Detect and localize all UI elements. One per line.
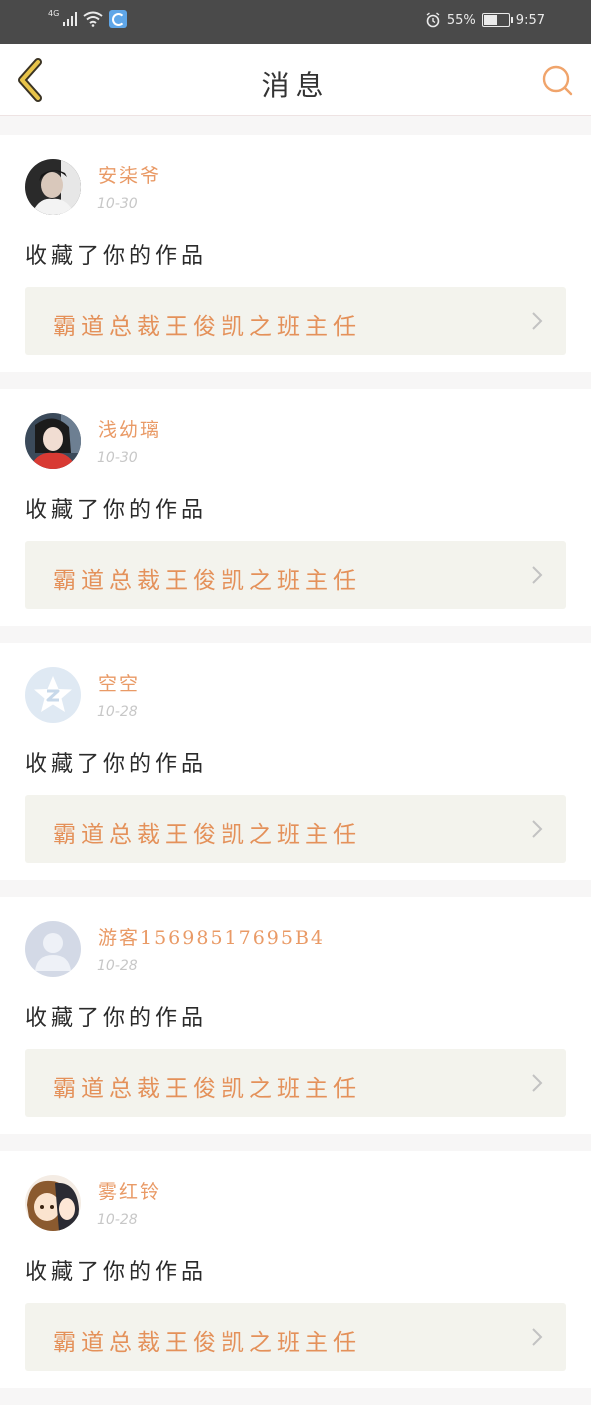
work-title: 霸道总裁王俊凯之班主任	[53, 1330, 361, 1356]
message-card: 游客15698517695B4 10-28 收藏了你的作品 霸道总裁王俊凯之班主…	[0, 897, 591, 1134]
work-title: 霸道总裁王俊凯之班主任	[53, 822, 361, 848]
header-bar: 消息	[0, 44, 591, 116]
alarm-icon	[426, 12, 440, 28]
status-left: 4G	[48, 9, 128, 28]
timestamp: 10-30	[97, 196, 138, 212]
clock: 9:57	[515, 12, 545, 28]
search-icon	[542, 65, 573, 96]
message-card: 浅幼璃 10-30 收藏了你的作品 霸道总裁王俊凯之班主任	[0, 389, 591, 626]
app-notification-icon	[109, 10, 128, 28]
qzone-avatar	[25, 667, 81, 723]
username[interactable]: 游客15698517695B4	[98, 923, 325, 950]
action-text: 收藏了你的作品	[25, 1006, 208, 1031]
timestamp: 10-28	[97, 1212, 138, 1228]
status-bar: 4G 55% 9:57	[0, 0, 591, 44]
anime-avatar	[25, 1175, 81, 1231]
photo-avatar-dark	[25, 159, 81, 215]
username[interactable]: 浅幼璃	[98, 415, 161, 442]
signal-icon	[63, 12, 78, 26]
work-link[interactable]: 霸道总裁王俊凯之班主任	[25, 1049, 566, 1117]
work-link[interactable]: 霸道总裁王俊凯之班主任	[25, 541, 566, 609]
default-avatar-icon	[25, 921, 81, 977]
avatar[interactable]	[25, 921, 81, 977]
work-title: 霸道总裁王俊凯之班主任	[53, 568, 361, 594]
username[interactable]: 空空	[98, 669, 140, 696]
battery-icon	[481, 13, 513, 27]
work-link[interactable]: 霸道总裁王俊凯之班主任	[25, 795, 566, 863]
avatar[interactable]	[25, 1175, 81, 1231]
photo-avatar-red	[25, 413, 81, 469]
chevron-right-icon	[532, 1074, 543, 1092]
chevron-right-icon	[532, 566, 543, 584]
message-card: 空空 10-28 收藏了你的作品 霸道总裁王俊凯之班主任	[0, 643, 591, 880]
username[interactable]: 安柒爷	[98, 161, 161, 188]
chevron-right-icon	[532, 1328, 543, 1346]
chevron-right-icon	[532, 312, 543, 330]
username[interactable]: 雾红铃	[98, 1177, 161, 1204]
avatar[interactable]	[25, 413, 81, 469]
action-text: 收藏了你的作品	[25, 244, 208, 269]
page-title: 消息	[261, 69, 330, 102]
message-list: 安柒爷 10-30 收藏了你的作品 霸道总裁王俊凯之班主任 浅幼璃 10-30 …	[0, 135, 591, 1405]
action-text: 收藏了你的作品	[25, 498, 208, 523]
action-text: 收藏了你的作品	[25, 752, 208, 777]
action-text: 收藏了你的作品	[25, 1260, 208, 1285]
network-type: 4G	[48, 9, 60, 18]
search-button[interactable]	[541, 64, 575, 98]
work-link[interactable]: 霸道总裁王俊凯之班主任	[25, 1303, 566, 1371]
timestamp: 10-28	[97, 704, 138, 720]
message-card: 雾红铃 10-28 收藏了你的作品 霸道总裁王俊凯之班主任	[0, 1151, 591, 1388]
work-title: 霸道总裁王俊凯之班主任	[53, 314, 361, 340]
work-link[interactable]: 霸道总裁王俊凯之班主任	[25, 287, 566, 355]
battery-fill	[483, 15, 497, 25]
status-right: 55% 9:57	[425, 12, 545, 28]
battery-percent: 55%	[446, 12, 476, 28]
chevron-right-icon	[532, 820, 543, 838]
work-title: 霸道总裁王俊凯之班主任	[53, 1076, 361, 1102]
timestamp: 10-30	[97, 450, 138, 466]
timestamp: 10-28	[97, 958, 138, 974]
avatar[interactable]	[25, 667, 81, 723]
wifi-icon	[83, 11, 103, 27]
avatar[interactable]	[25, 159, 81, 215]
message-card: 安柒爷 10-30 收藏了你的作品 霸道总裁王俊凯之班主任	[0, 135, 591, 372]
